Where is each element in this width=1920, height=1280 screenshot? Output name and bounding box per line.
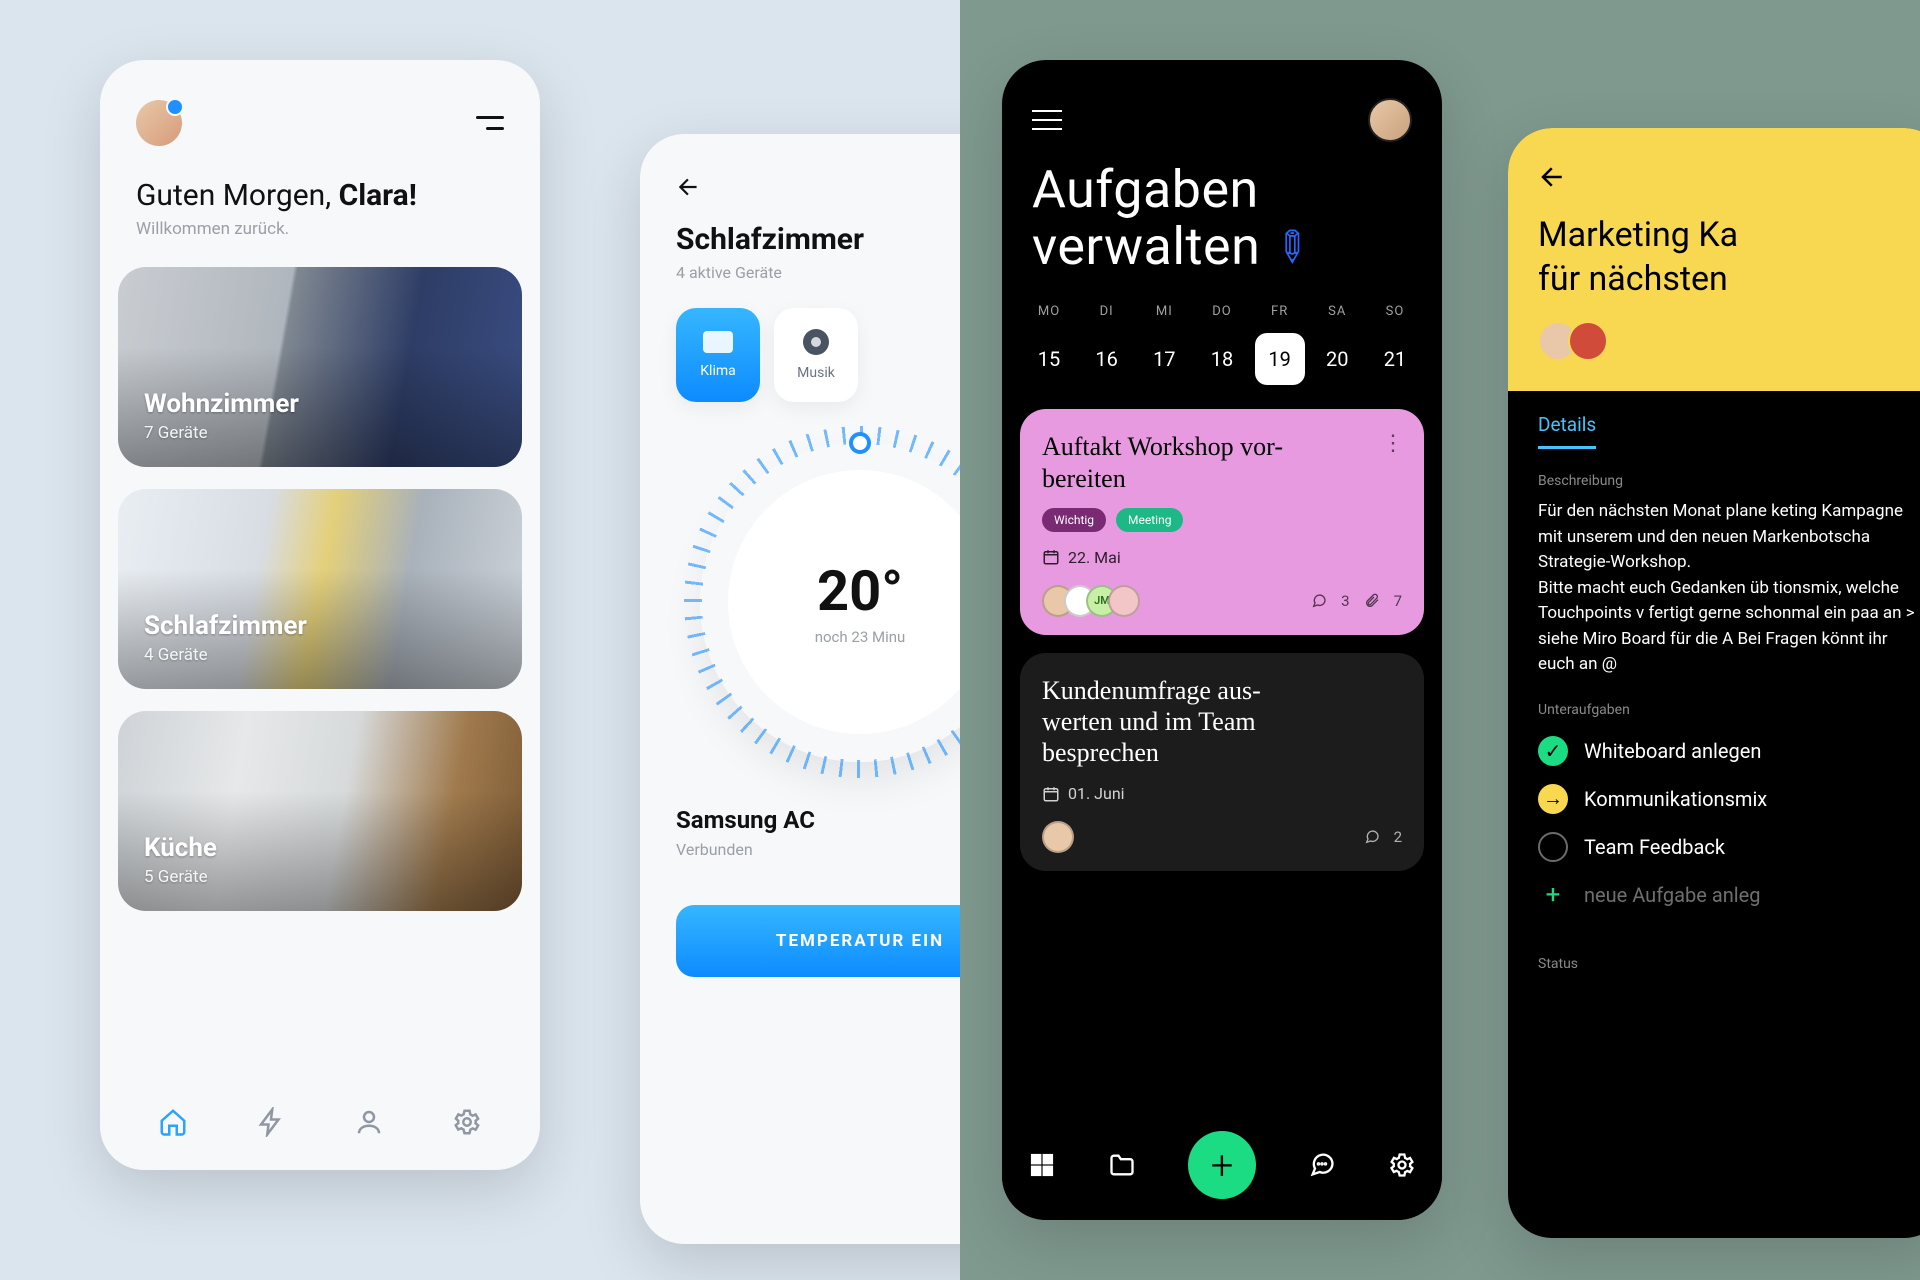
room-subtitle: 4 aktive Geräte (640, 257, 960, 282)
day-mo[interactable]: MO15 (1024, 304, 1074, 385)
section-label-beschreibung: Beschreibung (1508, 449, 1920, 489)
day-sa[interactable]: SA20 (1312, 304, 1362, 385)
bottom-nav: + (1002, 1110, 1442, 1220)
subtask-label: Whiteboard anlegen (1584, 739, 1761, 763)
welcome-text: Willkommen zurück. (136, 219, 504, 239)
task-title: Auftakt Workshop vor- bereiten (1042, 431, 1402, 493)
attachment-count: 7 (1394, 592, 1402, 610)
room-device-count: 5 Geräte (144, 867, 496, 887)
add-task-button[interactable]: + (1188, 1131, 1256, 1199)
attachment-icon (1364, 593, 1380, 609)
task-card[interactable]: Kundenumfrage aus- werten und im Team be… (1020, 653, 1424, 872)
room-card-kueche[interactable]: Küche 5 Geräte (118, 711, 522, 911)
room-card-schlafzimmer[interactable]: Schlafzimmer 4 Geräte (118, 489, 522, 689)
arrow-left-icon (676, 174, 702, 200)
comment-count: 2 (1394, 828, 1402, 846)
menu-icon[interactable] (476, 116, 504, 130)
temperature-toggle-button[interactable]: TEMPERATUR EIN (676, 905, 960, 977)
day-mi[interactable]: MI17 (1139, 304, 1189, 385)
folder-icon[interactable] (1108, 1151, 1136, 1179)
user-avatar[interactable] (1368, 98, 1412, 142)
section-label-status: Status (1508, 932, 1920, 972)
dial-knob[interactable] (849, 432, 871, 454)
card-menu-icon[interactable]: ⋮ (1382, 431, 1406, 456)
calendar-icon (1042, 548, 1060, 566)
subtask-row[interactable]: Team Feedback (1538, 832, 1918, 862)
comments-icon (1311, 593, 1327, 609)
smarthome-room-screen: Schlafzimmer 4 aktive Geräte Klima Musik… (640, 134, 960, 1244)
subtask-row[interactable]: ✓ Whiteboard anlegen (1538, 736, 1918, 766)
plus-icon: + (1538, 880, 1568, 910)
bottom-nav (100, 1074, 540, 1170)
calendar-icon (1042, 785, 1060, 803)
room-device-count: 4 Geräte (144, 645, 496, 665)
assignee-avatars (1042, 821, 1064, 853)
music-icon (803, 329, 829, 355)
assignee-avatars: JM (1042, 585, 1130, 617)
pen-icon: ✎ (1262, 219, 1319, 276)
back-button[interactable] (640, 134, 960, 204)
comments-icon (1364, 829, 1380, 845)
section-label-unteraufgaben: Unteraufgaben (1508, 678, 1920, 718)
settings-icon[interactable] (1388, 1151, 1416, 1179)
menu-icon[interactable] (1032, 110, 1062, 130)
room-name: Wohnzimmer (144, 389, 496, 419)
settings-icon[interactable] (452, 1107, 482, 1137)
profile-icon[interactable] (354, 1107, 384, 1137)
chat-icon[interactable] (1308, 1151, 1336, 1179)
room-name: Schlafzimmer (144, 611, 496, 641)
screen-title: Aufgaben verwalten✎ (1002, 142, 1442, 276)
home-icon[interactable] (158, 1107, 188, 1137)
device-status: Verbunden (676, 840, 960, 859)
assignee-avatars (1538, 321, 1918, 361)
week-strip: MO15 DI16 MI17 DO18 FR19 SA20 SO21 (1002, 276, 1442, 385)
check-progress-icon: → (1538, 784, 1568, 814)
check-done-icon: ✓ (1538, 736, 1568, 766)
day-fr[interactable]: FR19 (1255, 304, 1305, 385)
task-title: Marketing Kafür nächsten (1538, 214, 1918, 301)
energy-icon[interactable] (256, 1107, 286, 1137)
subtask-row[interactable]: → Kommunikationsmix (1538, 784, 1918, 814)
tag-meeting: Meeting (1116, 508, 1183, 532)
tasks-list-screen: Aufgaben verwalten✎ MO15 DI16 MI17 DO18 … (1002, 60, 1442, 1220)
tag-wichtig: Wichtig (1042, 508, 1106, 532)
day-di[interactable]: DI16 (1082, 304, 1132, 385)
task-title: Kundenumfrage aus- werten und im Team be… (1042, 675, 1402, 769)
add-subtask-button[interactable]: + neue Aufgabe anleg (1538, 880, 1918, 910)
temperature-dial[interactable]: 20° noch 23 Minu (700, 442, 960, 762)
smarthome-home-screen: Guten Morgen, Clara! Willkommen zurück. … (100, 60, 540, 1170)
back-button[interactable] (1538, 162, 1568, 192)
subtask-label: Kommunikationsmix (1584, 787, 1767, 811)
day-do[interactable]: DO18 (1197, 304, 1247, 385)
comment-count: 3 (1341, 592, 1349, 610)
task-date: 01. Juni (1042, 784, 1402, 803)
chip-klima[interactable]: Klima (676, 308, 760, 402)
day-so[interactable]: SO21 (1370, 304, 1420, 385)
detail-tabs: Details (1508, 391, 1920, 449)
chip-musik[interactable]: Musik (774, 308, 858, 402)
task-description: Für den nächsten Monat plane keting Kamp… (1508, 489, 1920, 678)
greeting: Guten Morgen, Clara! (136, 178, 504, 213)
task-detail-screen: Marketing Kafür nächsten Details Beschre… (1508, 128, 1920, 1238)
task-card[interactable]: ⋮ Auftakt Workshop vor- bereiten Wichtig… (1020, 409, 1424, 634)
tab-details[interactable]: Details (1538, 413, 1596, 449)
ac-icon (703, 331, 733, 353)
dashboard-icon[interactable] (1028, 1151, 1056, 1179)
room-device-count: 7 Geräte (144, 423, 496, 443)
user-avatar[interactable] (136, 100, 182, 146)
room-card-wohnzimmer[interactable]: Wohnzimmer 7 Geräte (118, 267, 522, 467)
check-todo-icon (1538, 832, 1568, 862)
room-name: Küche (144, 833, 496, 863)
device-name: Samsung AC (676, 806, 960, 834)
room-title: Schlafzimmer (640, 204, 960, 257)
task-date: 22. Mai (1042, 548, 1402, 567)
subtask-label: Team Feedback (1584, 835, 1725, 859)
